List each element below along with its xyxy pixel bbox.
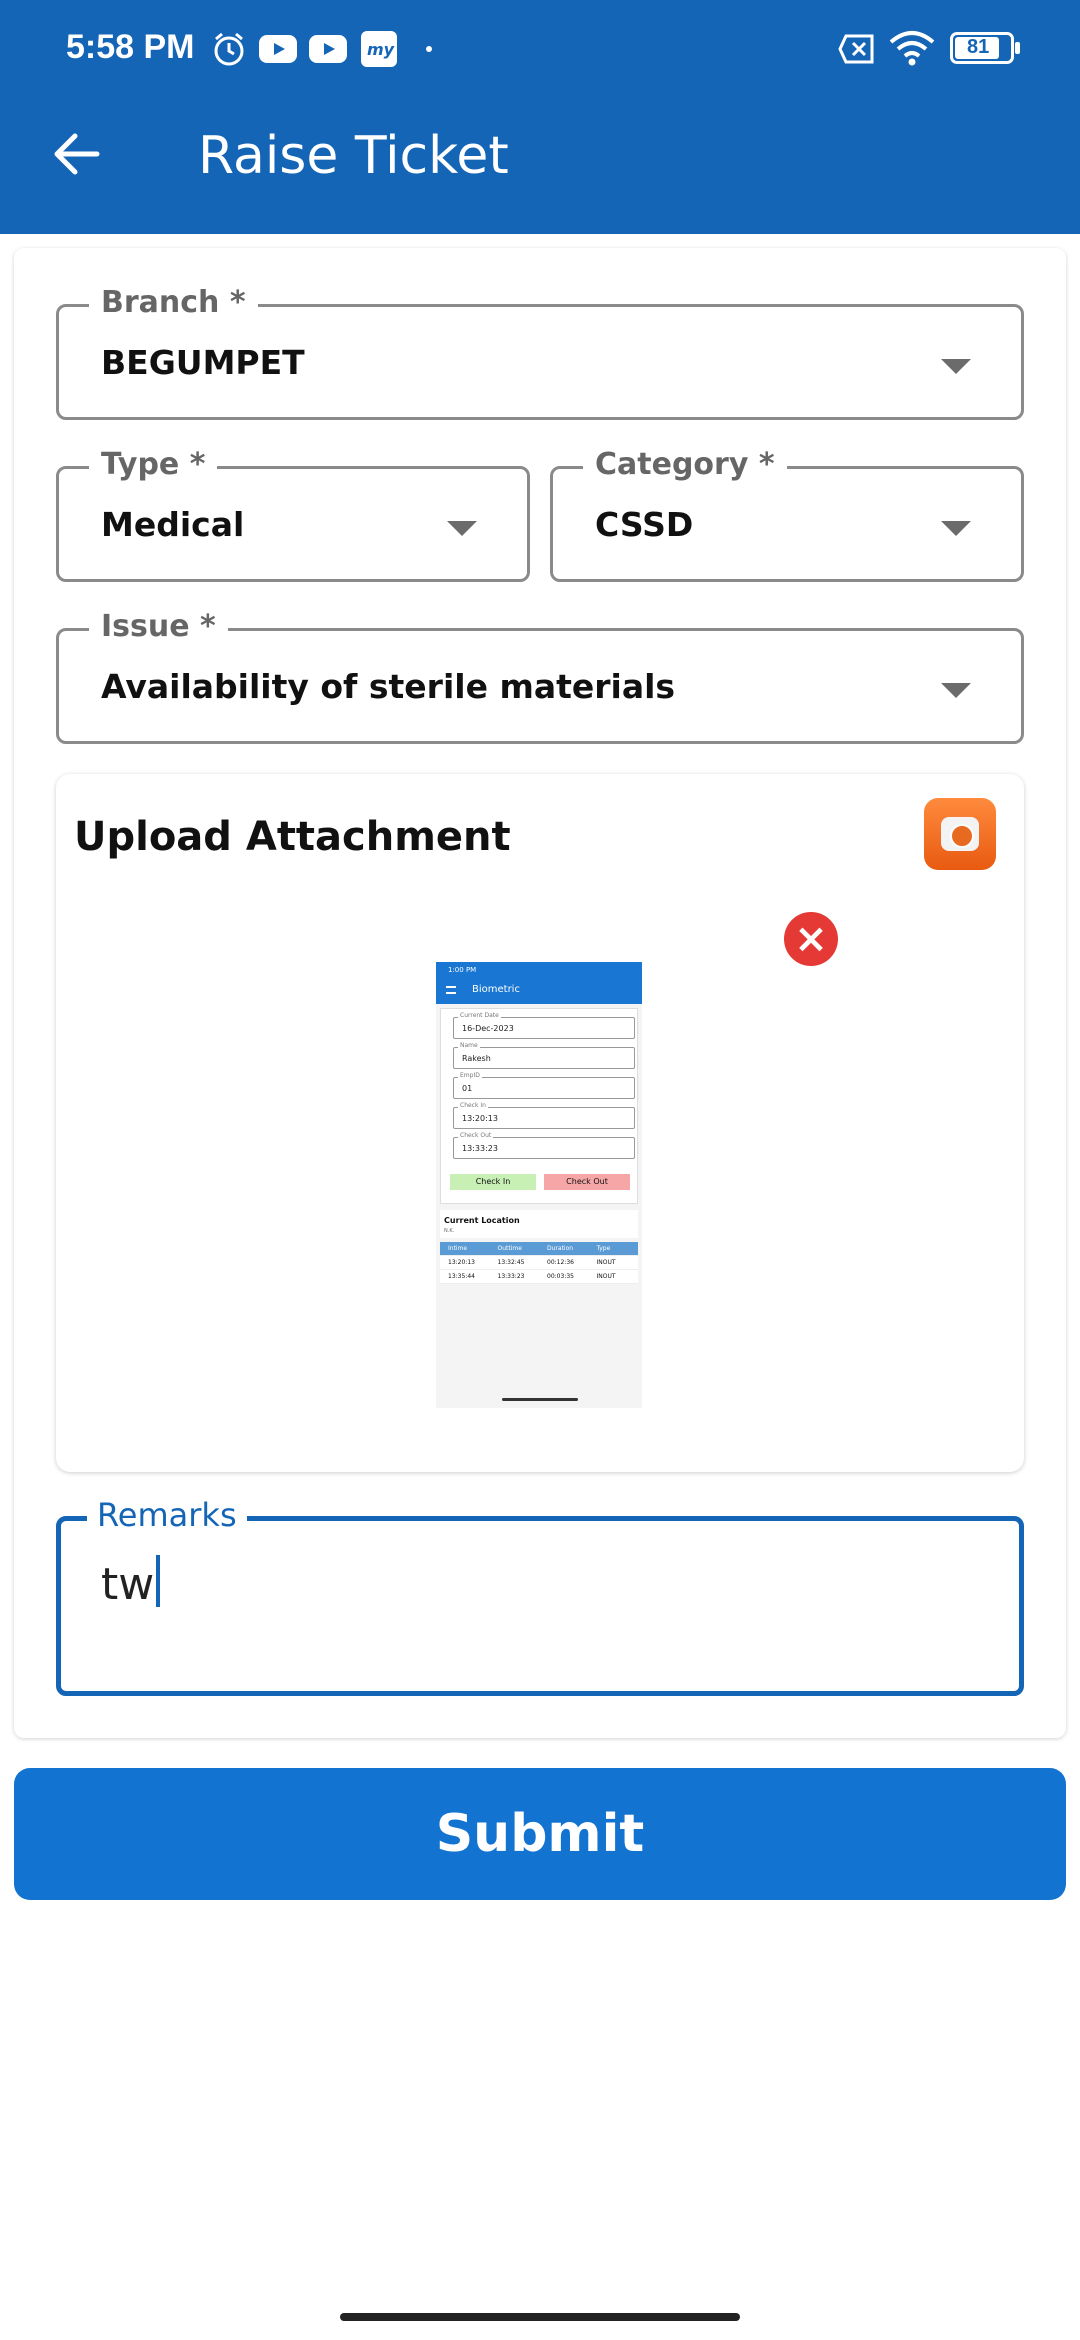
thumb-status-time: 1:00 PM [448, 966, 477, 974]
table-row: 13:20:13 13:32:45 00:12:36 INOUT [440, 1256, 638, 1270]
thumb-location-value: N.K. [444, 1228, 455, 1234]
table-header-cell: Intime [448, 1245, 468, 1252]
table-header-cell: Duration [547, 1245, 574, 1252]
text-cursor [156, 1555, 161, 1607]
thumb-field-label: Check In [458, 1102, 488, 1109]
thumb-field-value: 01 [462, 1084, 473, 1093]
thumb-field-value: 16-Dec-2023 [462, 1024, 514, 1033]
page-title: Raise Ticket [198, 126, 509, 186]
remove-attachment-button[interactable]: × [784, 912, 838, 966]
battery-icon: 81 [950, 32, 1020, 64]
table-cell: INOUT [596, 1259, 616, 1266]
thumb-field-value: Rakesh [462, 1054, 491, 1063]
table-row: 13:35:44 13:33:23 00:03:35 INOUT [440, 1270, 638, 1284]
close-icon: × [794, 916, 828, 962]
category-value: CSSD [595, 505, 694, 544]
youtube-icon [259, 35, 297, 63]
thumb-check-out-button: Check Out [544, 1174, 630, 1190]
dropdown-arrow-icon [941, 521, 971, 536]
wifi-icon [889, 31, 935, 66]
dot-icon [426, 46, 432, 52]
issue-dropdown[interactable]: Issue * Availability of sterile material… [56, 607, 1024, 744]
table-cell: 13:32:45 [497, 1259, 525, 1266]
thumb-field: Check In 13:20:13 [453, 1102, 635, 1129]
thumb-field-value: 13:33:23 [462, 1144, 498, 1153]
thumb-title: Biometric [472, 984, 520, 995]
attachment-thumbnail[interactable]: 1:00 PM Biometric Current Date 16-Dec-20… [436, 962, 642, 1408]
menu-icon [446, 986, 456, 994]
back-button[interactable] [40, 118, 112, 190]
table-cell: 13:35:44 [448, 1273, 475, 1280]
battery-level: 81 [967, 36, 990, 58]
home-indicator[interactable] [340, 2313, 740, 2321]
thumb-location: Current Location N.K. [440, 1210, 638, 1238]
thumb-header: 1:00 PM Biometric [436, 962, 642, 1004]
branch-value: BEGUMPET [101, 343, 305, 382]
table-header-cell: Type [596, 1245, 611, 1252]
table-header-cell: Outtime [497, 1245, 522, 1252]
table-header: Intime Outtime Duration Type [440, 1242, 638, 1256]
type-label: Type * [89, 445, 218, 485]
thumb-field: EmpID 01 [453, 1072, 635, 1099]
status-bar: 5:58 PM my 81 [0, 0, 1080, 100]
dropdown-arrow-icon [447, 521, 477, 536]
table-cell: 13:33:23 [497, 1273, 525, 1280]
dropdown-arrow-icon [941, 683, 971, 698]
thumb-field-label: EmpID [458, 1072, 482, 1079]
issue-label: Issue * [89, 607, 228, 647]
upload-attachment-title: Upload Attachment [74, 814, 511, 860]
remarks-value: tw [101, 1555, 161, 1610]
remarks-label: Remarks [87, 1495, 247, 1535]
dropdown-arrow-icon [941, 359, 971, 374]
camera-icon [941, 817, 979, 851]
branch-label: Branch * [89, 283, 258, 323]
table-cell: 00:03:35 [547, 1273, 574, 1280]
thumb-location-title: Current Location [444, 1216, 520, 1225]
category-dropdown[interactable]: Category * CSSD [550, 445, 1024, 582]
thumb-field-label: Check Out [458, 1132, 494, 1139]
table-cell: 00:12:36 [547, 1259, 574, 1266]
camera-button[interactable] [924, 798, 996, 870]
remarks-text: tw [101, 1559, 155, 1610]
app-header: 5:58 PM my 81 Raise Ticket [0, 0, 1080, 234]
thumb-field: Name Rakesh [453, 1042, 635, 1069]
table-cell: 13:20:13 [448, 1259, 475, 1266]
alarm-icon [214, 32, 244, 66]
thumb-field: Current Date 16-Dec-2023 [453, 1012, 635, 1039]
thumb-check-in-button: Check In [450, 1174, 536, 1190]
submit-button[interactable]: Submit [14, 1768, 1066, 1900]
svg-text:my: my [367, 40, 395, 59]
type-value: Medical [101, 505, 245, 544]
upload-attachment-panel: Upload Attachment × 1:00 PM Biometric Cu… [56, 774, 1024, 1472]
thumb-table: Intime Outtime Duration Type 13:20:13 13… [440, 1242, 638, 1284]
table-cell: INOUT [596, 1273, 616, 1280]
issue-value: Availability of sterile materials [101, 667, 676, 706]
status-time: 5:58 PM [66, 28, 195, 66]
remarks-field[interactable]: Remarks tw [56, 1495, 1024, 1696]
branch-dropdown[interactable]: Branch * BEGUMPET [56, 283, 1024, 420]
thumb-field: Check Out 13:33:23 [453, 1132, 635, 1159]
thumb-home-indicator [502, 1398, 578, 1401]
type-dropdown[interactable]: Type * Medical [56, 445, 530, 582]
thumb-field-value: 13:20:13 [462, 1114, 498, 1123]
arrow-left-icon [54, 133, 100, 175]
sim-off-icon [838, 34, 874, 64]
youtube-icon [309, 35, 347, 63]
my-app-icon: my [361, 31, 397, 67]
thumb-field-label: Current Date [458, 1012, 501, 1019]
thumb-field-label: Name [458, 1042, 480, 1049]
category-label: Category * [583, 445, 787, 485]
